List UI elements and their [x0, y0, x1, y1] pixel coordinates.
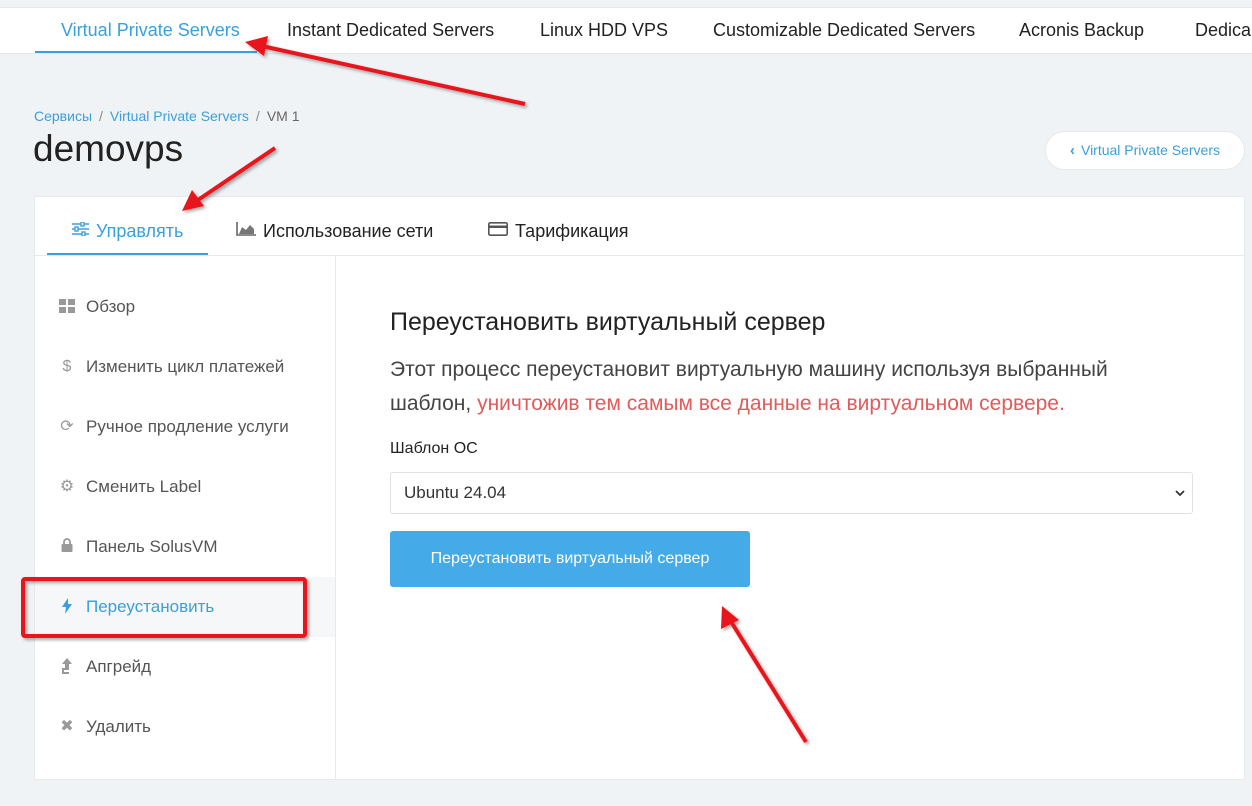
os-template-label: Шаблон ОС — [390, 440, 478, 457]
sidebar-item-label: Обзор — [86, 297, 136, 316]
os-template-value: Ubuntu 24.04 — [404, 483, 507, 502]
breadcrumb-services[interactable]: Сервисы — [34, 108, 92, 124]
sidebar-item-label: Сменить Label — [86, 477, 202, 496]
breadcrumb-current: VM 1 — [266, 108, 300, 124]
tab-manage[interactable]: Управлять — [72, 197, 183, 255]
nav-dedicated-truncated[interactable]: Dedica — [1195, 8, 1251, 53]
sidebar-item-label: Изменить цикл платежей — [86, 357, 285, 376]
tab-billing-label: Тарификация — [515, 221, 629, 241]
description-warning: уничтожив тем самым все данные на виртуа… — [477, 392, 1065, 415]
breadcrumb: Сервисы / Virtual Private Servers / VM 1 — [34, 108, 300, 124]
nav-customizable-dedicated-servers[interactable]: Customizable Dedicated Servers — [713, 8, 975, 53]
chevron-down-icon — [1175, 473, 1185, 513]
os-template-select[interactable]: Ubuntu 24.04 — [390, 472, 1193, 514]
sidebar-item-delete[interactable]: ✖ Удалить — [35, 697, 335, 757]
sidebar-item-upgrade[interactable]: Апгрейд — [35, 637, 335, 697]
top-navigation: Virtual Private Servers Instant Dedicate… — [0, 7, 1252, 54]
active-nav-underline — [35, 51, 257, 53]
nav-acronis-backup[interactable]: Acronis Backup — [1019, 8, 1144, 53]
sidebar-item-billing-cycle[interactable]: $ Изменить цикл платежей — [35, 337, 335, 397]
upgrade-arrow-icon — [59, 658, 75, 676]
area-chart-icon — [236, 196, 256, 264]
sidebar-item-solusvm-panel[interactable]: Панель SolusVM — [35, 517, 335, 577]
credit-card-icon — [488, 196, 508, 264]
refresh-icon: ⟳ — [60, 418, 74, 435]
reinstall-description: Этот процесс переустановит виртуальную м… — [390, 353, 1150, 421]
gear-icon: ⚙ — [59, 478, 75, 495]
sidebar-item-reinstall[interactable]: Переустановить — [35, 577, 335, 637]
reinstall-submit-button[interactable]: Переустановить виртуальный сервер — [390, 531, 750, 587]
back-button-label: Virtual Private Servers — [1080, 142, 1220, 158]
sidebar-item-overview[interactable]: Обзор — [35, 277, 335, 337]
sidebar-item-label: Ручное продление услуги — [86, 417, 289, 436]
sidebar-item-change-label[interactable]: ⚙ Сменить Label — [35, 457, 335, 517]
nav-linux-hdd-vps[interactable]: Linux HDD VPS — [540, 8, 668, 53]
tab-bar: Управлять Использование сети Тарификация — [35, 197, 1244, 256]
sidebar: Обзор $ Изменить цикл платежей ⟳ Ручное пр… — [35, 256, 336, 780]
dollar-icon: $ — [62, 358, 72, 375]
breadcrumb-separator: / — [99, 108, 103, 124]
nav-virtual-private-servers[interactable]: Virtual Private Servers — [61, 8, 240, 53]
breadcrumb-separator: / — [255, 108, 260, 124]
sidebar-item-label: Апгрейд — [86, 657, 152, 676]
reinstall-title: Переустановить виртуальный сервер — [390, 308, 826, 336]
bolt-icon — [59, 598, 75, 616]
tab-network-label: Использование сети — [263, 221, 434, 241]
service-card: Управлять Использование сети Тарификация… — [34, 196, 1245, 780]
grid-icon — [59, 298, 75, 316]
sidebar-item-label: Переустановить — [86, 597, 215, 616]
page-title: demovps — [33, 128, 184, 169]
close-icon: ✖ — [60, 718, 74, 735]
sidebar-item-label: Удалить — [86, 717, 151, 736]
back-to-vps-button[interactable]: ‹ Virtual Private Servers — [1045, 131, 1245, 170]
sidebar-item-label: Панель SolusVM — [86, 537, 218, 556]
tab-billing[interactable]: Тарификация — [488, 197, 629, 255]
nav-instant-dedicated-servers[interactable]: Instant Dedicated Servers — [287, 8, 494, 53]
sidebar-item-manual-renewal[interactable]: ⟳ Ручное продление услуги — [35, 397, 335, 457]
active-tab-underline — [47, 253, 208, 255]
lock-icon — [59, 538, 75, 556]
chevron-left-icon: ‹ — [1069, 142, 1075, 159]
tab-manage-label: Управлять — [96, 221, 184, 241]
tab-network-usage[interactable]: Использование сети — [236, 197, 433, 255]
breadcrumb-vps[interactable]: Virtual Private Servers — [110, 108, 249, 124]
